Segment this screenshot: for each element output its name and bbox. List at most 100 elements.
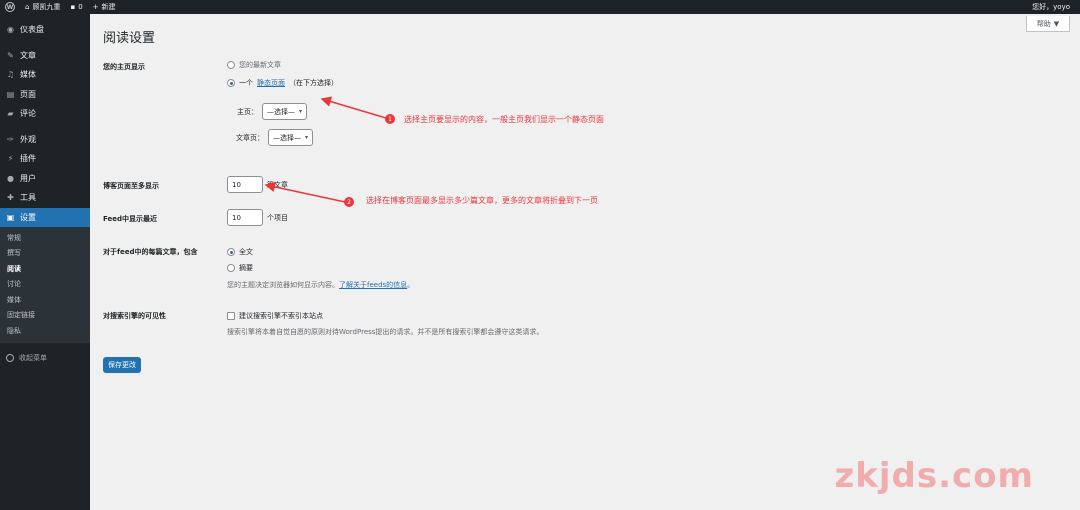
- static-page-suffix: （在下方选择）: [289, 79, 338, 87]
- homepage-select-value: —选择—: [267, 107, 295, 116]
- settings-icon: ▣: [6, 212, 15, 222]
- greeting: 您好，yoyo: [1032, 3, 1070, 11]
- wp-logo-menu[interactable]: W: [0, 0, 20, 14]
- comment-bubble-icon: ▪: [70, 3, 76, 11]
- page-icon: ▤: [6, 89, 15, 99]
- wrench-icon: ✚: [7, 193, 14, 203]
- sidebar-item-label: 仪表盘: [20, 25, 44, 35]
- latest-posts-radio[interactable]: [227, 61, 235, 69]
- posts-per-page-input[interactable]: 10: [227, 176, 263, 193]
- plugin-icon: ⚡: [7, 154, 14, 164]
- page-title: 阅读设置: [103, 31, 156, 46]
- settings-submenu: 常规 撰写 阅读 讨论 媒体 固定链接 隐私: [0, 227, 90, 343]
- brush-icon: ✑: [7, 134, 14, 144]
- discourage-search-checkbox[interactable]: [227, 312, 235, 320]
- collapse-arrow-icon: [6, 353, 14, 362]
- feed-desc-suffix: 。: [407, 281, 415, 289]
- sidebar-item-plugins[interactable]: ⚡ 插件: [0, 149, 90, 169]
- feed-content-description: 您的主题决定浏览器如何显示内容。 了解关于feeds的信息。: [227, 280, 414, 290]
- option-full-text[interactable]: 全文: [227, 247, 253, 257]
- excerpt-label: 摘要: [239, 264, 253, 272]
- sidebar-item-dashboard[interactable]: ◉ 仪表盘: [0, 20, 90, 40]
- homepage-select-label: 主页：: [237, 107, 258, 116]
- site-name-menu[interactable]: ⌂ 顾凯九重: [20, 0, 65, 14]
- sidebar-item-users[interactable]: ● 用户: [0, 169, 90, 189]
- sidebar-item-label: 文章: [20, 50, 36, 60]
- comments-menu[interactable]: ▪ 0: [65, 0, 87, 14]
- sidebar-item-label: 外观: [20, 134, 36, 144]
- annotation-text-1: 选择主页要显示的内容，一般主页我们显示一个静态页面: [404, 115, 604, 124]
- collapse-menu-button[interactable]: 收起菜单: [0, 349, 90, 367]
- sidebar-item-label: 页面: [20, 89, 36, 99]
- dropdown-arrow-icon: ▼: [1053, 19, 1060, 28]
- sidebar-item-posts[interactable]: ✎ 文章: [0, 46, 90, 66]
- submenu-item-reading[interactable]: 阅读: [0, 261, 90, 277]
- postspage-select-label: 文章页：: [236, 133, 264, 142]
- chevron-down-icon: ▾: [299, 108, 303, 115]
- media-icon: ♫: [6, 70, 15, 80]
- option-static-page[interactable]: 一个 静态页面 （在下方选择）: [227, 78, 338, 88]
- excerpt-radio[interactable]: [227, 264, 235, 272]
- option-latest-posts[interactable]: 您的最新文章: [227, 60, 281, 70]
- sidebar-item-settings[interactable]: ▣ 设置: [0, 207, 90, 227]
- main-content: 帮助 ▼ 阅读设置 您的主页显示 您的最新文章 一个 静态页面 （在下方选择） 主页…: [90, 14, 1080, 510]
- posts-per-page-label: 博客页面至多显示: [103, 182, 159, 190]
- feeds-info-link[interactable]: 了解关于feeds的信息: [339, 280, 407, 290]
- sidebar-item-label: 插件: [20, 154, 36, 164]
- submenu-item-discussion[interactable]: 讨论: [0, 277, 90, 293]
- comments-count: 0: [78, 3, 83, 11]
- admin-bar: W ⌂ 顾凯九重 ▪ 0 + 新建 您好，yoyo: [0, 0, 1080, 14]
- search-visibility-description: 搜索引擎将本着自觉自愿的原则对待WordPress提出的请求。并不是所有搜索引擎…: [227, 328, 544, 336]
- sidebar-item-label: 用户: [20, 173, 36, 183]
- feed-items-row: 10 个项目: [227, 209, 288, 226]
- option-excerpt[interactable]: 摘要: [227, 263, 253, 273]
- homepage-select[interactable]: —选择— ▾: [262, 103, 308, 120]
- discourage-search-row[interactable]: 建议搜索引擎不索引本站点: [227, 311, 323, 321]
- feed-content-label: 对于feed中的每篇文章，包含: [103, 248, 198, 256]
- search-visibility-label: 对搜索引擎的可见性: [103, 312, 166, 320]
- static-page-radio[interactable]: [227, 79, 235, 87]
- sidebar-item-label: 设置: [20, 212, 36, 222]
- full-text-radio[interactable]: [227, 248, 235, 256]
- sidebar-item-label: 评论: [20, 109, 36, 119]
- my-account-menu[interactable]: 您好，yoyo: [1027, 0, 1080, 14]
- comment-icon: ▰: [7, 109, 14, 119]
- annotation-badge-1: 1: [385, 114, 395, 124]
- submenu-item-writing[interactable]: 撰写: [0, 246, 90, 262]
- homepage-select-row: 主页： —选择— ▾: [237, 103, 308, 120]
- posts-per-page-unit: 篇文章: [267, 180, 288, 189]
- latest-posts-label: 您的最新文章: [239, 61, 281, 69]
- new-content-menu[interactable]: + 新建: [88, 0, 121, 14]
- sidebar-item-appearance[interactable]: ✑ 外观: [0, 130, 90, 150]
- sidebar-item-pages[interactable]: ▤ 页面: [0, 85, 90, 105]
- submenu-item-media[interactable]: 媒体: [0, 292, 90, 308]
- homepage-display-label: 您的主页显示: [103, 63, 145, 71]
- watermark: zkjds.com: [834, 456, 1034, 496]
- sidebar-item-tools[interactable]: ✚ 工具: [0, 188, 90, 208]
- submenu-item-privacy[interactable]: 隐私: [0, 323, 90, 339]
- postspage-select[interactable]: —选择— ▾: [268, 129, 314, 146]
- postspage-select-row: 文章页： —选择— ▾: [236, 129, 314, 146]
- annotation-badge-2: 2: [344, 197, 354, 207]
- submenu-item-permalinks[interactable]: 固定链接: [0, 308, 90, 324]
- wordpress-logo-icon: W: [5, 2, 15, 12]
- postspage-select-value: —选择—: [273, 133, 301, 142]
- chevron-down-icon: ▾: [305, 134, 309, 141]
- posts-per-page-row: 10 篇文章: [227, 176, 288, 193]
- plus-icon: +: [92, 3, 99, 11]
- sidebar-item-comments[interactable]: ▰ 评论: [0, 104, 90, 124]
- static-page-link[interactable]: 静态页面: [257, 78, 285, 88]
- sidebar-item-label: 工具: [20, 193, 36, 203]
- feed-items-unit: 个项目: [267, 213, 288, 222]
- help-tab-button[interactable]: 帮助 ▼: [1026, 16, 1070, 32]
- dashboard-icon: ◉: [7, 25, 14, 35]
- feed-items-input[interactable]: 10: [227, 209, 263, 226]
- user-icon: ●: [7, 173, 14, 183]
- home-icon: ⌂: [25, 3, 30, 11]
- static-page-prefix: 一个: [239, 79, 253, 87]
- sidebar-item-media[interactable]: ♫ 媒体: [0, 65, 90, 85]
- admin-sidebar: ◉ 仪表盘 ✎ 文章 ♫ 媒体 ▤ 页面 ▰ 评论 ✑ 外观 ⚡ 插件 ● 用户…: [0, 14, 90, 510]
- submenu-item-general[interactable]: 常规: [0, 230, 90, 246]
- full-text-label: 全文: [239, 248, 253, 256]
- save-changes-button[interactable]: 保存更改: [103, 357, 141, 373]
